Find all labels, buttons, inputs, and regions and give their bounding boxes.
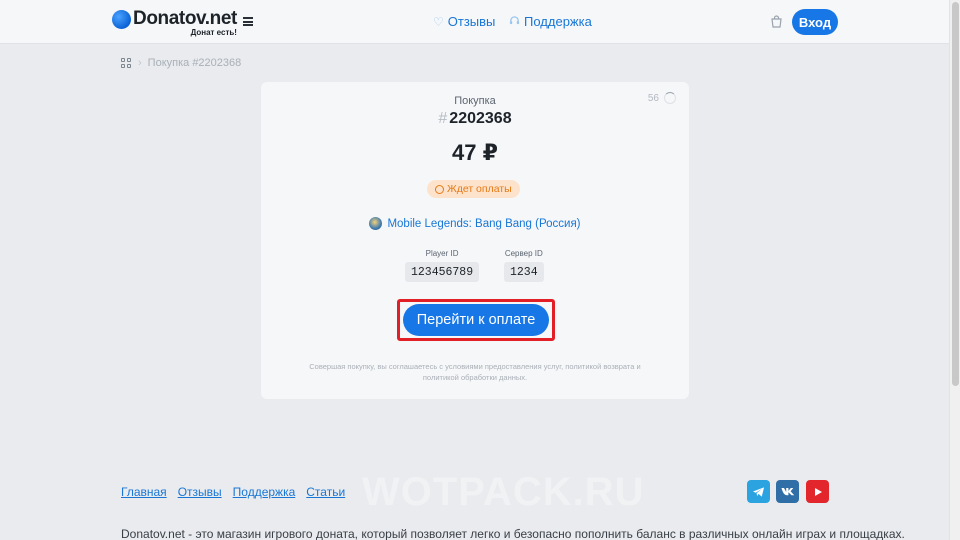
login-button[interactable]: Вход — [792, 9, 838, 35]
game-link[interactable]: Mobile Legends: Bang Bang (Россия) — [261, 217, 689, 230]
footer-link-home[interactable]: Главная — [121, 485, 167, 499]
footer-description: Donatov.net - это магазин игрового донат… — [121, 527, 905, 540]
server-id-value: 1234 — [504, 262, 544, 282]
logo-tagline: Донат есть! — [190, 28, 237, 37]
terms-disclaimer: Совершая покупку, вы соглашаетесь с усло… — [309, 362, 641, 382]
player-id-label: Player ID — [425, 249, 459, 258]
breadcrumb: › Покупка #2202368 — [121, 57, 241, 69]
server-id-field: Сервер ID 1234 — [504, 249, 544, 282]
nav-reviews-link[interactable]: ♡ Отзывы — [433, 14, 495, 29]
game-icon — [369, 217, 383, 230]
page-scrollbar[interactable] — [949, 0, 960, 540]
watermark: WOTPACK.RU — [362, 470, 645, 514]
logo-icon — [112, 10, 131, 29]
grid-icon[interactable] — [121, 58, 131, 68]
site-logo[interactable]: Donatov.net Донат есть! — [112, 9, 237, 37]
pay-button[interactable]: Перейти к оплате — [403, 304, 549, 336]
status-badge: Ждет оплаты — [427, 180, 520, 198]
pay-button-highlight: Перейти к оплате — [397, 299, 555, 341]
breadcrumb-current: Покупка #2202368 — [147, 57, 242, 69]
footer-links: Главная Отзывы Поддержка Статьи — [121, 485, 356, 499]
footer-link-reviews[interactable]: Отзывы — [178, 485, 222, 499]
cart-icon[interactable] — [770, 15, 783, 28]
menu-icon[interactable] — [243, 17, 253, 26]
server-id-label: Сервер ID — [504, 249, 543, 258]
order-card: 56 Покупка #2202368 47 ₽ Ждет оплаты Mob… — [261, 82, 689, 399]
vk-icon[interactable] — [776, 480, 799, 503]
order-amount: 47 ₽ — [452, 140, 498, 165]
player-id-field: Player ID 123456789 — [405, 249, 480, 282]
logo-name: Donatov.net — [133, 8, 237, 29]
nav-support-link[interactable]: Поддержка — [509, 14, 592, 29]
order-number: #2202368 — [438, 110, 512, 127]
site-header: Donatov.net Донат есть! ♡ Отзывы Поддерж… — [0, 0, 949, 44]
heart-icon: ♡ — [433, 14, 444, 29]
footer-link-support[interactable]: Поддержка — [233, 485, 296, 499]
headset-icon — [509, 15, 520, 29]
footer-link-articles[interactable]: Статьи — [306, 485, 345, 499]
purchase-label: Покупка — [454, 95, 496, 107]
clock-icon — [435, 184, 444, 194]
player-id-value: 123456789 — [405, 262, 480, 282]
youtube-icon[interactable] — [806, 480, 829, 503]
scrollbar-thumb[interactable] — [952, 2, 959, 386]
telegram-icon[interactable] — [747, 480, 770, 503]
hash-symbol: # — [438, 110, 448, 127]
breadcrumb-separator: › — [138, 57, 142, 69]
